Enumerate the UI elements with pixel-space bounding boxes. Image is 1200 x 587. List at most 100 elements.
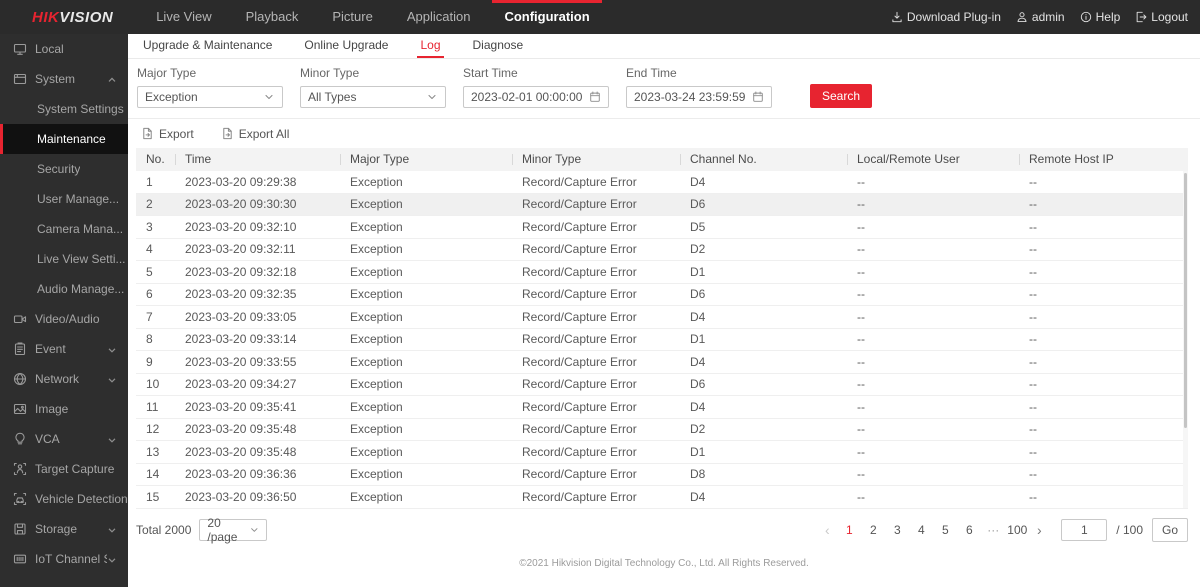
table-cell: D4 [680, 490, 847, 504]
table-cell: D1 [680, 332, 847, 346]
header-action-admin[interactable]: admin [1016, 10, 1065, 24]
table-cell: -- [847, 422, 1019, 436]
sidebar-item-local[interactable]: Local [0, 34, 128, 64]
chevron-down-icon [107, 434, 117, 444]
page-button-4[interactable]: 4 [909, 519, 933, 541]
sidebar-item-user-manage[interactable]: User Manage... [0, 184, 128, 214]
table-scrollbar[interactable] [1183, 171, 1188, 508]
nav-configuration[interactable]: Configuration [487, 0, 606, 34]
sidebar-item-system-settings[interactable]: System Settings [0, 94, 128, 124]
page-button-5[interactable]: 5 [933, 519, 957, 541]
table-cell: 2023-03-20 09:35:41 [175, 400, 340, 414]
sidebar-item-vehicle-detection[interactable]: Vehicle Detection [0, 484, 128, 514]
sidebar-item-image[interactable]: Image [0, 394, 128, 424]
sidebar-item-iot-channel-set[interactable]: IoT Channel Set... [0, 544, 128, 574]
page-total-label: / 100 [1116, 523, 1143, 537]
table-cell: 15 [136, 490, 175, 504]
sidebar-item-audio-manage[interactable]: Audio Manage... [0, 274, 128, 304]
pagination-bar: Total 2000 20 /page ‹ 123456···100 › / 1… [136, 518, 1188, 542]
start-time-input[interactable]: 2023-02-01 00:00:00 [463, 86, 609, 108]
table-cell: 2023-03-20 09:32:11 [175, 242, 340, 256]
table-row[interactable]: 32023-03-20 09:32:10ExceptionRecord/Capt… [136, 216, 1188, 239]
log-table-body: 12023-03-20 09:29:38ExceptionRecord/Capt… [136, 171, 1188, 509]
export-button[interactable]: Export [141, 127, 194, 141]
prev-page-button[interactable]: ‹ [817, 519, 837, 541]
end-time-field: End Time 2023-03-24 23:59:59 [626, 66, 772, 108]
table-cell: Exception [340, 265, 512, 279]
minor-type-select[interactable]: All Types [300, 86, 446, 108]
nav-application[interactable]: Application [390, 0, 488, 34]
page-button-1[interactable]: 1 [837, 519, 861, 541]
nav-playback[interactable]: Playback [229, 0, 316, 34]
table-cell: Exception [340, 445, 512, 459]
major-type-select[interactable]: Exception [137, 86, 283, 108]
table-cell: 2023-03-20 09:36:50 [175, 490, 340, 504]
table-cell: -- [847, 197, 1019, 211]
nav-picture[interactable]: Picture [315, 0, 389, 34]
table-row[interactable]: 142023-03-20 09:36:36ExceptionRecord/Cap… [136, 464, 1188, 487]
page-list: ‹ 123456···100 › / 100 Go [817, 518, 1188, 542]
tab-log[interactable]: Log [417, 34, 443, 58]
log-filters: Major Type Exception Minor Type All Type… [128, 59, 1200, 119]
export-all-label: Export All [239, 127, 290, 141]
page-jump-input[interactable] [1061, 519, 1107, 541]
page-button-2[interactable]: 2 [861, 519, 885, 541]
sidebar-item-maintenance[interactable]: Maintenance [0, 124, 128, 154]
search-button[interactable]: Search [810, 84, 872, 108]
sidebar-item-video-audio[interactable]: Video/Audio [0, 304, 128, 334]
sidebar-item-event[interactable]: Event [0, 334, 128, 364]
page-button-6[interactable]: 6 [957, 519, 981, 541]
table-row[interactable]: 52023-03-20 09:32:18ExceptionRecord/Capt… [136, 261, 1188, 284]
tab-online-upgrade[interactable]: Online Upgrade [301, 34, 391, 58]
next-page-button[interactable]: › [1029, 519, 1049, 541]
go-button[interactable]: Go [1152, 518, 1188, 542]
export-all-button[interactable]: Export All [221, 127, 290, 141]
sidebar-item-target-capture[interactable]: Target Capture [0, 454, 128, 484]
nav-live-view[interactable]: Live View [139, 0, 228, 34]
table-cell: -- [1019, 197, 1188, 211]
page-button-100[interactable]: 100 [1005, 519, 1029, 541]
table-cell: Exception [340, 400, 512, 414]
sidebar-item-camera-mana[interactable]: Camera Mana... [0, 214, 128, 244]
local-icon [13, 42, 27, 56]
table-row[interactable]: 82023-03-20 09:33:14ExceptionRecord/Capt… [136, 329, 1188, 352]
table-cell: 11 [136, 400, 175, 414]
table-row[interactable]: 102023-03-20 09:34:27ExceptionRecord/Cap… [136, 374, 1188, 397]
sidebar-item-security[interactable]: Security [0, 154, 128, 184]
table-row[interactable]: 72023-03-20 09:33:05ExceptionRecord/Capt… [136, 306, 1188, 329]
table-cell: D1 [680, 445, 847, 459]
sidebar-item-network[interactable]: Network [0, 364, 128, 394]
header-action-logout[interactable]: Logout [1135, 10, 1188, 24]
scrollbar-thumb[interactable] [1184, 173, 1187, 428]
sidebar-item-live-view-setti[interactable]: Live View Setti... [0, 244, 128, 274]
table-cell: Record/Capture Error [512, 220, 680, 234]
table-row[interactable]: 132023-03-20 09:35:48ExceptionRecord/Cap… [136, 441, 1188, 464]
table-row[interactable]: 112023-03-20 09:35:41ExceptionRecord/Cap… [136, 396, 1188, 419]
header-action-label: admin [1032, 10, 1065, 24]
tab-diagnose[interactable]: Diagnose [470, 34, 527, 58]
table-row[interactable]: 62023-03-20 09:32:35ExceptionRecord/Capt… [136, 284, 1188, 307]
sidebar-item-vca[interactable]: VCA [0, 424, 128, 454]
page-size-select[interactable]: 20 /page [199, 519, 267, 541]
header-action-help[interactable]: Help [1080, 10, 1121, 24]
page-numbers: 123456···100 [837, 519, 1029, 541]
table-cell: -- [847, 220, 1019, 234]
table-row[interactable]: 42023-03-20 09:32:11ExceptionRecord/Capt… [136, 239, 1188, 262]
start-time-field: Start Time 2023-02-01 00:00:00 [463, 66, 609, 108]
sidebar-item-system[interactable]: System [0, 64, 128, 94]
table-cell: 4 [136, 242, 175, 256]
header-action-download-plug-in[interactable]: Download Plug-in [891, 10, 1001, 24]
end-time-input[interactable]: 2023-03-24 23:59:59 [626, 86, 772, 108]
table-row[interactable]: 122023-03-20 09:35:48ExceptionRecord/Cap… [136, 419, 1188, 442]
table-cell: 8 [136, 332, 175, 346]
table-row[interactable]: 92023-03-20 09:33:55ExceptionRecord/Capt… [136, 351, 1188, 374]
table-row[interactable]: 12023-03-20 09:29:38ExceptionRecord/Capt… [136, 171, 1188, 194]
table-cell: -- [1019, 400, 1188, 414]
page-button-3[interactable]: 3 [885, 519, 909, 541]
table-cell: -- [847, 310, 1019, 324]
sidebar-item-storage[interactable]: Storage [0, 514, 128, 544]
table-cell: 1 [136, 175, 175, 189]
table-row[interactable]: 152023-03-20 09:36:50ExceptionRecord/Cap… [136, 486, 1188, 509]
tab-upgrade-maintenance[interactable]: Upgrade & Maintenance [140, 34, 275, 58]
table-row[interactable]: 22023-03-20 09:30:30ExceptionRecord/Capt… [136, 194, 1188, 217]
